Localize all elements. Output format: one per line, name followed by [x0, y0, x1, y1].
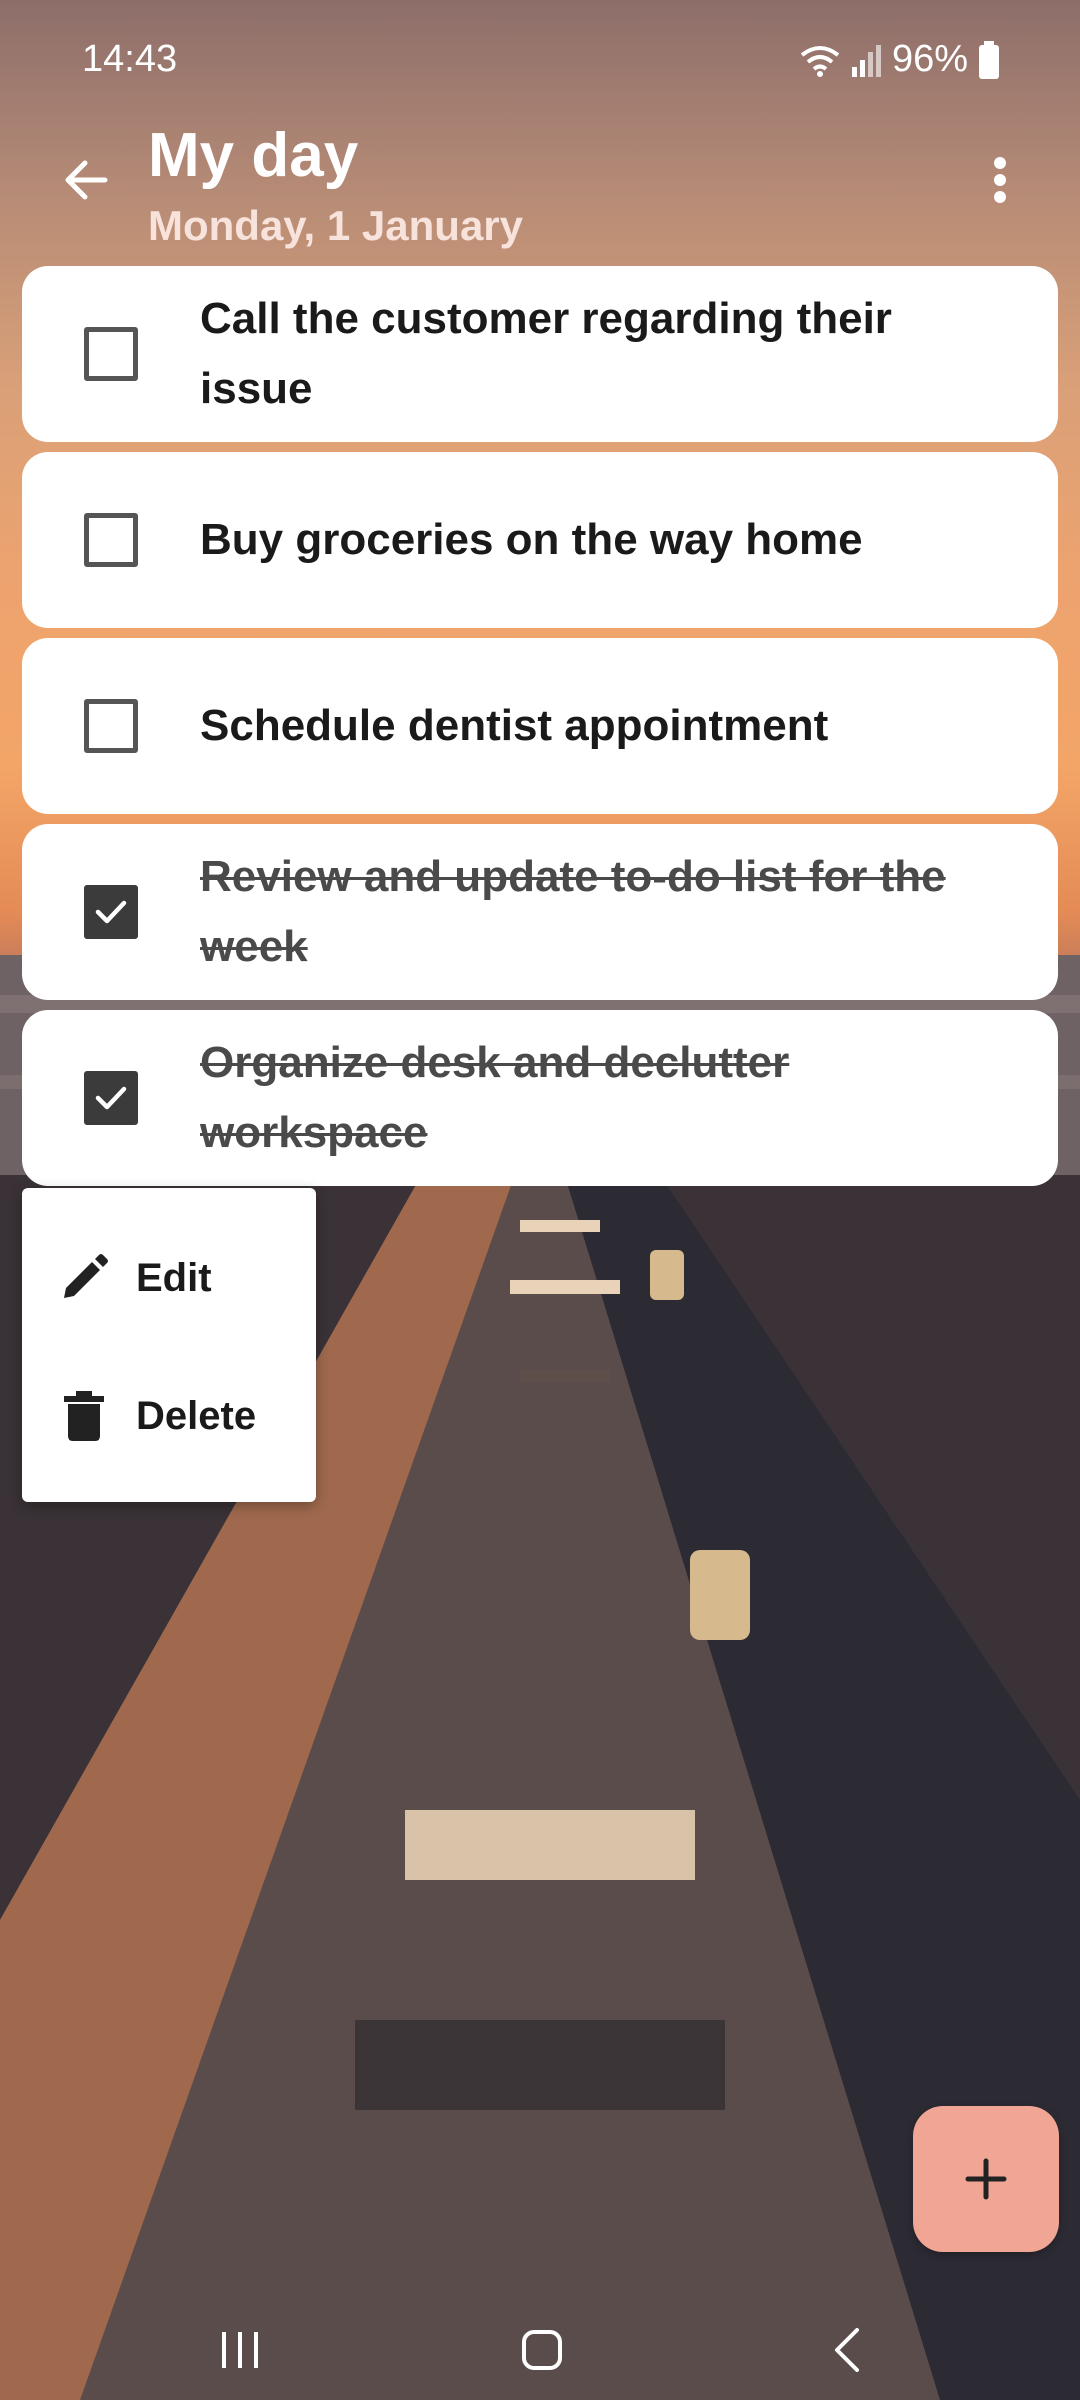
edit-menu-item[interactable]: Edit [22, 1218, 316, 1338]
task-text-completed: Review and update to-do list for the wee… [200, 852, 946, 971]
battery-percent: 96% [891, 38, 968, 80]
task-card[interactable]: Schedule dentist appointment [22, 638, 1058, 814]
delete-label: Delete [136, 1393, 257, 1438]
task-text: Schedule dentist appointment [200, 701, 829, 750]
task-checkbox[interactable] [84, 699, 138, 753]
arrow-left-icon [65, 160, 108, 200]
recent-apps-icon [222, 2332, 258, 2368]
status-bar: 14:43 96% [0, 30, 1080, 90]
status-indicators: 96% [800, 38, 1000, 81]
task-checkbox[interactable] [84, 327, 138, 381]
page-subtitle: Monday, 1 January [148, 202, 524, 249]
plus-icon [965, 2158, 1007, 2200]
chevron-left-icon [835, 2328, 859, 2372]
task-card[interactable]: Review and update to-do list for the wee… [22, 824, 1058, 1000]
more-options-button[interactable] [960, 140, 1040, 220]
system-nav-bar [0, 2290, 1080, 2400]
home-button[interactable] [502, 2310, 582, 2390]
edit-label: Edit [136, 1255, 212, 1300]
battery-icon [979, 40, 999, 79]
screen: 14:43 96% My day Monday, 1 January Call … [0, 0, 1080, 2400]
recent-apps-button[interactable] [200, 2310, 280, 2390]
task-checkbox-checked[interactable] [84, 1071, 138, 1125]
delete-menu-item[interactable]: Delete [22, 1356, 316, 1476]
task-text: Call the customer regarding their issue [200, 294, 892, 413]
back-nav-button[interactable] [806, 2310, 886, 2390]
back-button[interactable] [46, 140, 126, 220]
task-context-menu: Edit Delete [22, 1188, 316, 1502]
task-checkbox-checked[interactable] [84, 885, 138, 939]
check-icon [95, 900, 127, 924]
more-vert-icon [994, 157, 1006, 203]
wifi-icon [800, 45, 840, 77]
task-card[interactable]: Buy groceries on the way home [22, 452, 1058, 628]
check-icon [95, 1086, 127, 1110]
task-card[interactable]: Call the customer regarding their issue [22, 266, 1058, 442]
task-card[interactable]: Organize desk and declutter workspace [22, 1010, 1058, 1186]
task-checkbox[interactable] [84, 513, 138, 567]
status-time: 14:43 [82, 38, 178, 80]
task-text: Buy groceries on the way home [200, 515, 863, 564]
page-title: My day [148, 121, 359, 190]
task-list: Call the customer regarding their issue … [22, 266, 1058, 1196]
pencil-icon [56, 1250, 112, 1306]
task-text-completed: Organize desk and declutter workspace [200, 1038, 790, 1157]
home-icon [522, 2330, 562, 2370]
trash-icon [56, 1388, 112, 1444]
top-app-bar: My day Monday, 1 January [0, 110, 1080, 260]
add-task-button[interactable] [913, 2106, 1059, 2252]
signal-icon [851, 44, 881, 77]
